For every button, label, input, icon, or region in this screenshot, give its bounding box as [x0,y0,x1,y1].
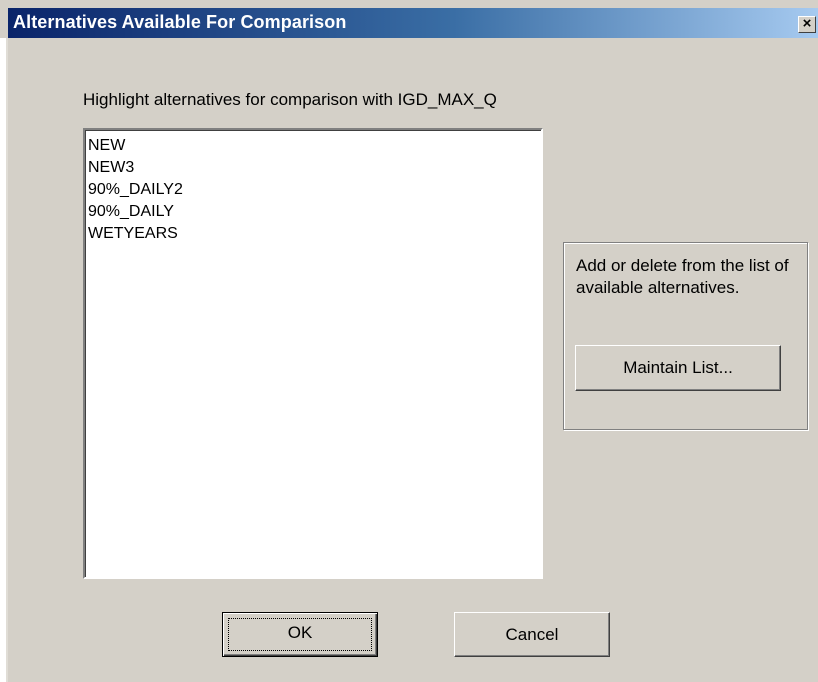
list-item-alternative[interactable]: NEW [85,135,541,157]
cancel-button[interactable]: Cancel [454,612,610,657]
maintain-list-button[interactable]: Maintain List... [575,345,781,391]
list-item-alternative[interactable]: WETYEARS [85,223,541,245]
alternatives-listbox[interactable]: NEW NEW3 90%_DAILY2 90%_DAILY WETYEARS [83,128,543,579]
title-bar[interactable]: Alternatives Available For Comparison × [8,8,818,38]
window-title: Alternatives Available For Comparison [13,12,347,32]
ok-button-label: OK [287,623,313,642]
list-item-alternative[interactable]: NEW3 [85,157,541,179]
maintain-description: Add or delete from the list of available… [576,256,789,297]
instruction-label: Highlight alternatives for comparison wi… [83,90,497,109]
list-item-alternative[interactable]: 90%_DAILY [85,201,541,223]
list-item-alternative[interactable]: 90%_DAILY2 [85,179,541,201]
close-icon[interactable]: × [798,16,816,33]
maintain-list-group: Add or delete from the list of available… [563,242,808,430]
window-left-edge [0,38,8,682]
ok-button[interactable]: OK [222,612,378,657]
